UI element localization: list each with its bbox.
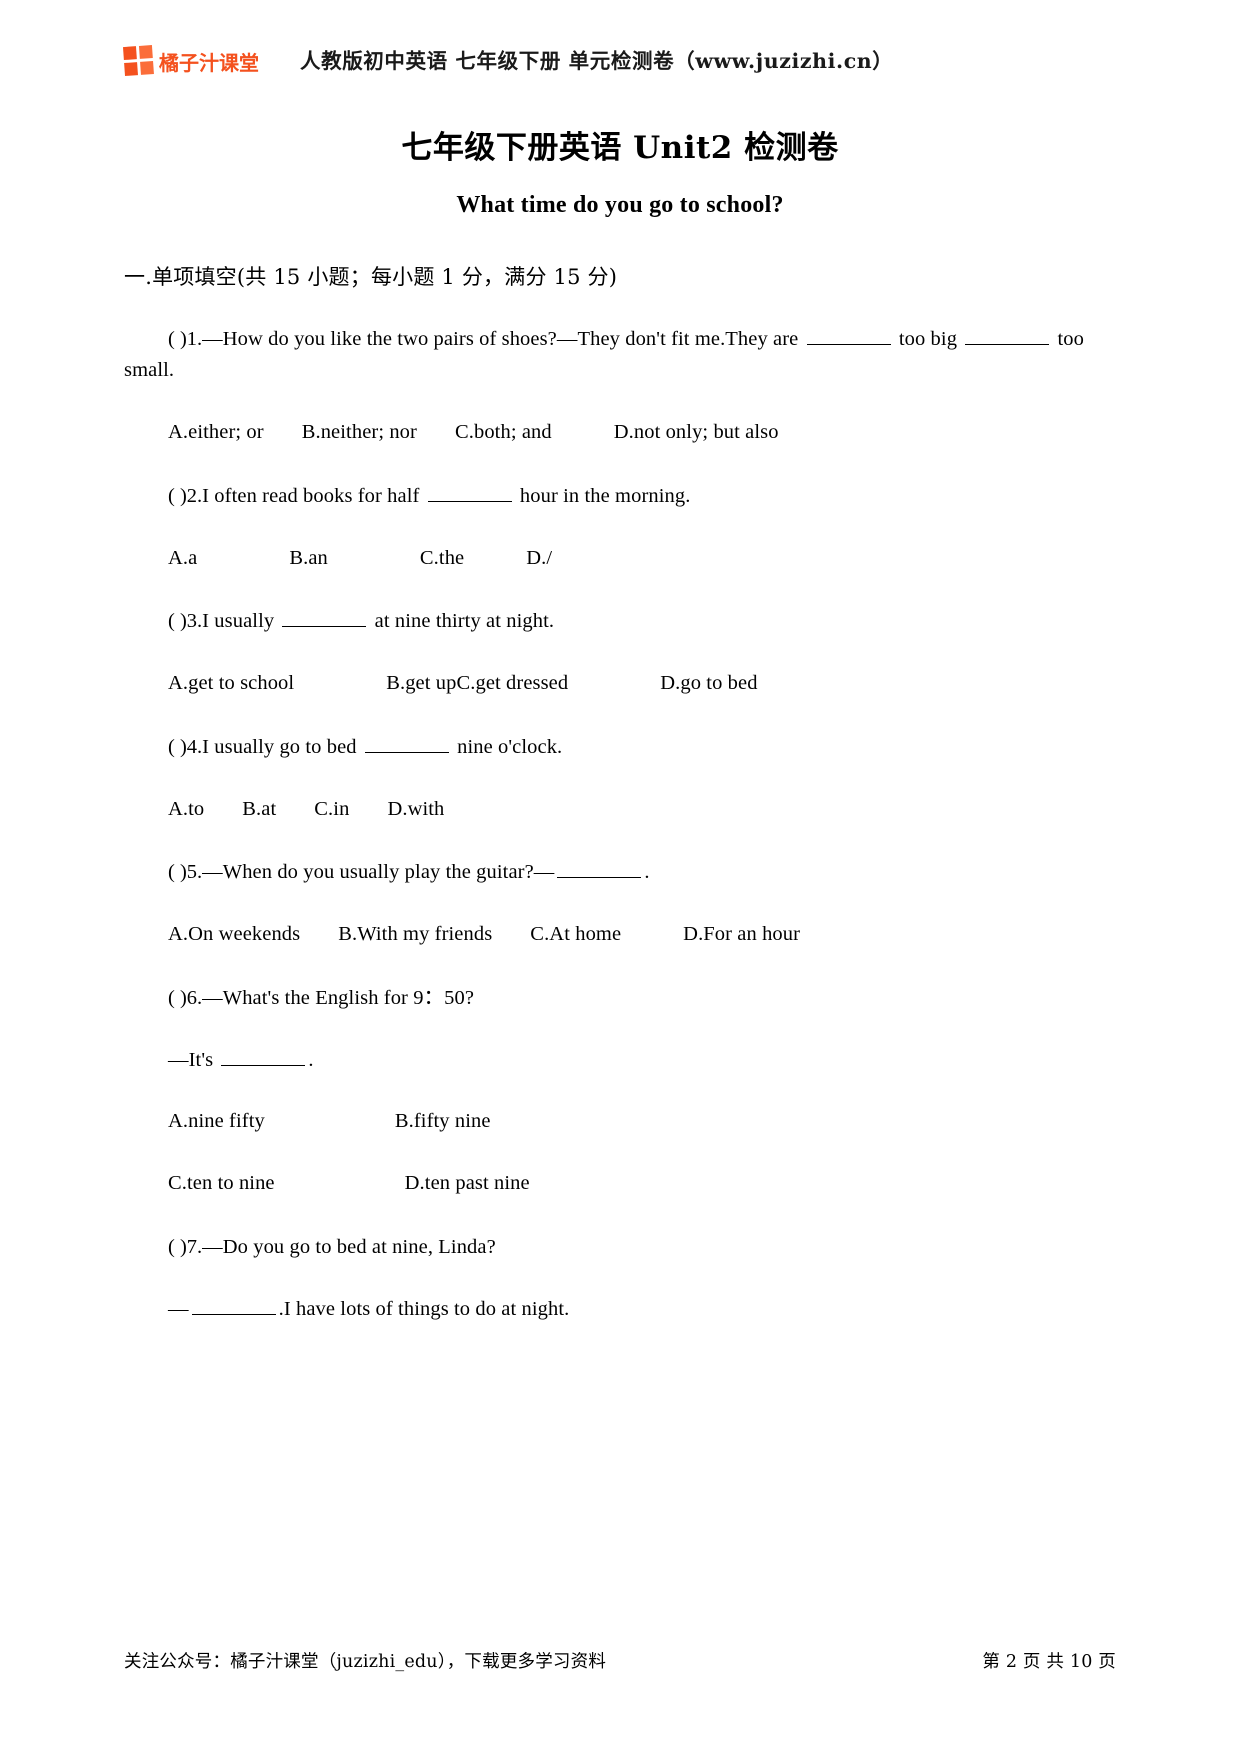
answer-bracket[interactable]: ( )1. <box>168 328 202 350</box>
option-b[interactable]: B.With my friends <box>338 923 492 945</box>
question-text-post: . <box>308 1048 314 1071</box>
question-text: —Do you go to bed at nine, Linda? <box>202 1235 496 1258</box>
question-options: A.either; or B.neither; nor C.both; and D.n… <box>124 417 1124 449</box>
question-options: A.On weekends B.With my friends C.At home D… <box>124 919 1124 951</box>
question-stem: ( )3.I usually at nine thirty at night. <box>124 606 1124 638</box>
question-stem: ( )1.—How do you like the two pairs of s… <box>124 324 1124 388</box>
question-text-mid: too big <box>893 327 963 350</box>
question-item: ( )1.—How do you like the two pairs of s… <box>124 324 1124 449</box>
fill-blank[interactable] <box>427 481 512 502</box>
exam-content: 一.单项填空(共 15 小题；每小题 1 分，满分 15 分) ( )1.—Ho… <box>124 262 1124 1358</box>
fill-blank[interactable] <box>557 858 642 879</box>
fill-blank[interactable] <box>364 732 449 753</box>
page-title: 七年级下册英语 Unit2 检测卷 <box>401 130 839 166</box>
fill-blank[interactable] <box>806 324 891 345</box>
answer-bracket[interactable]: ( )2. <box>168 485 202 507</box>
option-c[interactable]: C.At home <box>530 923 621 945</box>
fill-blank[interactable] <box>965 324 1050 345</box>
question-text: I usually go to bed <box>202 735 362 758</box>
question-options: A.to B.at C.in D.with <box>124 794 1124 826</box>
option-c[interactable]: C.in <box>314 798 349 820</box>
option-d[interactable]: D.not only; but also <box>614 421 779 443</box>
four-squares-logo-icon <box>122 45 155 77</box>
option-a[interactable]: A.nine fifty <box>168 1110 265 1132</box>
question-stem: ( )4.I usually go to bed nine o'clock. <box>124 732 1124 764</box>
option-b[interactable]: B.neither; nor <box>302 421 417 443</box>
option-a[interactable]: A.to <box>168 798 204 820</box>
option-d[interactable]: D.with <box>387 798 444 820</box>
question-text: — <box>168 1297 189 1320</box>
question-options: A.a B.an C.the D./ <box>124 543 1124 575</box>
exam-paper-page: 橘子汁课堂 人教版初中英语 七年级下册 单元检测卷（www.juzizhi.cn… <box>0 0 1240 1754</box>
option-c[interactable]: C.the <box>420 547 464 569</box>
page-number: 第 2 页 共 10 页 <box>982 1652 1116 1672</box>
question-stem: ( )5.—When do you usually play the guita… <box>124 857 1124 889</box>
question-item: ( )7.—Do you go to bed at nine, Linda? —… <box>124 1232 1124 1326</box>
question-stem: ( )7.—Do you go to bed at nine, Linda? <box>124 1232 1124 1264</box>
option-d[interactable]: D.go to bed <box>660 672 757 694</box>
option-d[interactable]: D./ <box>526 547 552 569</box>
option-d[interactable]: D.For an hour <box>683 923 800 945</box>
page-header: 橘子汁课堂 人教版初中英语 七年级下册 单元检测卷（www.juzizhi.cn… <box>0 38 1240 84</box>
answer-bracket[interactable]: ( )3. <box>168 610 202 632</box>
question-stem: ( )6.—What's the English for 9：50? <box>124 983 1124 1015</box>
option-b[interactable]: B.at <box>242 798 276 820</box>
section-heading: 一.单项填空(共 15 小题；每小题 1 分，满分 15 分) <box>124 265 618 289</box>
question-text: —How do you like the two pairs of shoes?… <box>202 327 804 350</box>
question-item: ( )5.—When do you usually play the guita… <box>124 857 1124 951</box>
option-a[interactable]: A.get to school <box>168 672 294 694</box>
brand-logo: 橘子汁课堂 <box>122 38 259 84</box>
question-options: C.ten to nine D.ten past nine <box>124 1168 1124 1200</box>
question-answer-line: —It's . <box>124 1045 1124 1077</box>
question-text: I often read books for half <box>202 484 425 507</box>
question-text-post: at nine thirty at night. <box>369 610 555 633</box>
question-item: ( )3.I usually at nine thirty at night. … <box>124 606 1124 700</box>
answer-bracket[interactable]: ( )4. <box>168 736 202 758</box>
fill-blank[interactable] <box>221 1045 306 1066</box>
question-stem: ( )2.I often read books for half hour in… <box>124 481 1124 513</box>
fill-blank[interactable] <box>191 1294 276 1315</box>
option-d[interactable]: D.ten past nine <box>405 1172 530 1194</box>
question-text: —It's <box>168 1048 219 1071</box>
question-text: I usually <box>202 610 280 633</box>
question-text: —When do you usually play the guitar?— <box>202 861 555 884</box>
question-answer-line: — .I have lots of things to do at night. <box>124 1294 1124 1326</box>
question-options: A.get to school B.get upC.get dressed D.go… <box>124 668 1124 700</box>
page-footer: 关注公众号：橘子汁课堂（juzizhi_edu），下载更多学习资料 第 2 页 … <box>124 1648 1116 1673</box>
answer-bracket[interactable]: ( )7. <box>168 1236 202 1258</box>
option-c[interactable]: C.both; and <box>455 421 552 443</box>
page-subtitle: What time do you go to school? <box>456 192 784 218</box>
question-text-post: hour in the morning. <box>514 484 691 507</box>
option-c[interactable]: C.ten to nine <box>168 1172 275 1194</box>
fill-blank[interactable] <box>282 607 367 628</box>
footer-note: 关注公众号：橘子汁课堂（juzizhi_edu），下载更多学习资料 <box>124 1652 607 1672</box>
question-item: ( )2.I often read books for half hour in… <box>124 481 1124 575</box>
question-item: ( )6.—What's the English for 9：50? —It's… <box>124 983 1124 1200</box>
question-text: —What's the English for 9：50? <box>202 986 475 1009</box>
question-text-post: nine o'clock. <box>451 735 563 758</box>
question-options: A.nine fifty B.fifty nine <box>124 1106 1124 1138</box>
answer-bracket[interactable]: ( )6. <box>168 987 202 1009</box>
option-a[interactable]: A.a <box>168 547 197 569</box>
option-b[interactable]: B.an <box>289 547 328 569</box>
brand-name-label: 橘子汁课堂 <box>159 50 259 75</box>
option-a[interactable]: A.On weekends <box>168 923 300 945</box>
question-text-post: .I have lots of things to do at night. <box>278 1297 570 1320</box>
header-title: 人教版初中英语 七年级下册 单元检测卷（www.juzizhi.cn） <box>300 49 894 73</box>
answer-bracket[interactable]: ( )5. <box>168 861 202 883</box>
question-item: ( )4.I usually go to bed nine o'clock. A… <box>124 732 1124 826</box>
option-a[interactable]: A.either; or <box>168 421 264 443</box>
question-text-post: . <box>644 861 650 884</box>
option-bc[interactable]: B.get upC.get dressed <box>386 672 568 694</box>
option-b[interactable]: B.fifty nine <box>395 1110 491 1132</box>
